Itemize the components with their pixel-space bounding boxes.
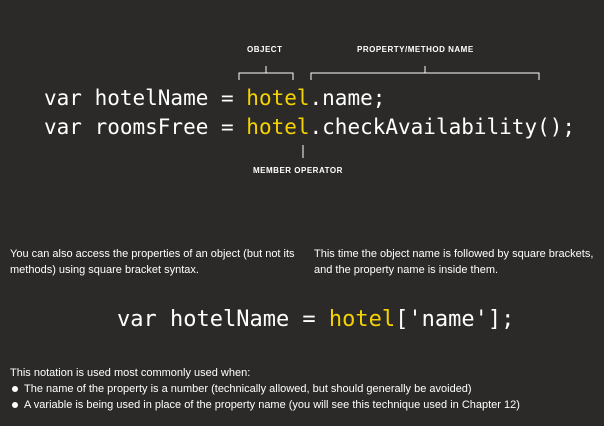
code-object: hotel: [328, 307, 396, 332]
code-object: hotel: [246, 115, 310, 139]
code-prefix: var roomsFree =: [44, 115, 247, 139]
code-line-hotelname: var hotelName = hotel.name;: [44, 86, 385, 110]
list-item: A variable is being used in place of the…: [10, 397, 520, 413]
code-suffix: .checkAvailability();: [309, 115, 576, 139]
code-line-roomsfree: var roomsFree = hotel.checkAvailability(…: [44, 115, 575, 139]
notation-intro: This notation is used most commonly used…: [10, 367, 251, 379]
code-prefix: var hotelName =: [44, 86, 247, 110]
paragraph-right: This time the object name is followed by…: [314, 248, 594, 276]
member-operator-label: MEMBER OPERATOR: [253, 166, 343, 175]
code-prefix: var hotelName =: [117, 307, 329, 332]
property-bracket: [310, 66, 540, 80]
code-suffix: ['name'];: [395, 307, 515, 332]
code-object: hotel: [246, 86, 310, 110]
code-line-bracket-syntax: var hotelName = hotel['name'];: [117, 307, 514, 332]
code-suffix: .name;: [309, 86, 386, 110]
notation-bullet-list: The name of the property is a number (te…: [10, 381, 520, 413]
paragraph-left: You can also access the properties of an…: [10, 248, 295, 276]
object-bracket: [238, 66, 294, 80]
list-item: The name of the property is a number (te…: [10, 381, 520, 397]
